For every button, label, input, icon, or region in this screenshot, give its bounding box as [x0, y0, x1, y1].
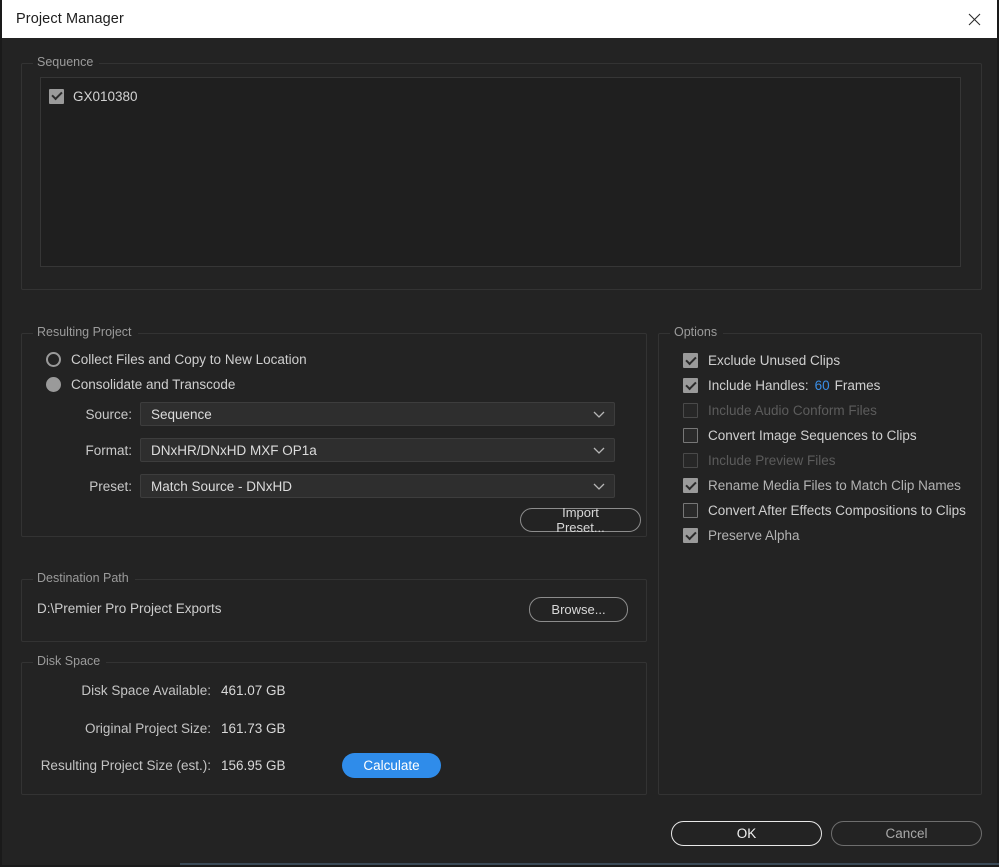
original-project-size-value: 161.73 GB — [221, 721, 286, 736]
option-rename-media-files[interactable]: Rename Media Files to Match Clip Names — [683, 478, 961, 493]
option-exclude-unused-clips-checkbox[interactable] — [683, 353, 698, 368]
destination-path-value: D:\Premier Pro Project Exports — [37, 601, 222, 616]
preset-dropdown[interactable]: Match Source - DNxHD — [140, 474, 615, 498]
chevron-down-icon — [593, 443, 605, 458]
disk-space-group: Disk Space Disk Space Available: 461.07 … — [21, 654, 647, 795]
option-include-audio-conform-files: Include Audio Conform Files — [683, 403, 877, 418]
source-dropdown[interactable]: Sequence — [140, 402, 615, 426]
options-group: Options Exclude Unused Clips Include Han… — [658, 325, 982, 795]
disk-space-available-row: Disk Space Available: 461.07 GB — [21, 683, 647, 698]
option-exclude-unused-clips-label: Exclude Unused Clips — [708, 353, 840, 368]
sequence-item-label: GX010380 — [73, 89, 138, 104]
radio-collect-files-indicator[interactable] — [46, 352, 61, 367]
radio-collect-files-label: Collect Files and Copy to New Location — [71, 352, 307, 367]
project-manager-dialog: Project Manager Sequence GX010380 Result… — [0, 0, 999, 867]
radio-consolidate-transcode-indicator[interactable] — [46, 377, 61, 392]
sequence-listbox[interactable]: GX010380 — [40, 77, 961, 267]
option-include-handles-checkbox[interactable] — [683, 378, 698, 393]
source-field-row: Source: Sequence — [21, 402, 647, 426]
source-label: Source: — [21, 407, 140, 422]
source-dropdown-value: Sequence — [151, 407, 212, 422]
option-rename-media-files-checkbox[interactable] — [683, 478, 698, 493]
option-exclude-unused-clips[interactable]: Exclude Unused Clips — [683, 353, 840, 368]
radio-collect-files[interactable]: Collect Files and Copy to New Location — [46, 352, 307, 367]
preset-field-row: Preset: Match Source - DNxHD — [21, 474, 647, 498]
option-include-handles[interactable]: Include Handles: 60 Frames — [683, 378, 880, 393]
list-item[interactable]: GX010380 — [41, 83, 960, 109]
title-bar: Project Manager — [2, 0, 997, 38]
disk-space-available-label: Disk Space Available: — [21, 683, 221, 698]
option-convert-ae-compositions-to-clips[interactable]: Convert After Effects Compositions to Cl… — [683, 503, 966, 518]
format-field-row: Format: DNxHR/DNxHD MXF OP1a — [21, 438, 647, 462]
option-preserve-alpha[interactable]: Preserve Alpha — [683, 528, 800, 543]
destination-path-group: Destination Path D:\Premier Pro Project … — [21, 571, 647, 642]
option-convert-image-sequences-to-clips[interactable]: Convert Image Sequences to Clips — [683, 428, 917, 443]
disk-space-available-value: 461.07 GB — [221, 683, 286, 698]
include-handles-units-label: Frames — [835, 378, 881, 393]
option-convert-ae-compositions-to-clips-checkbox[interactable] — [683, 503, 698, 518]
original-project-size-row: Original Project Size: 161.73 GB — [21, 721, 647, 736]
import-preset-button[interactable]: Import Preset... — [520, 508, 641, 532]
option-include-preview-files: Include Preview Files — [683, 453, 836, 468]
close-icon[interactable] — [951, 0, 997, 38]
options-group-label: Options — [670, 325, 723, 339]
chevron-down-icon — [593, 479, 605, 494]
format-dropdown[interactable]: DNxHR/DNxHD MXF OP1a — [140, 438, 615, 462]
disk-space-group-label: Disk Space — [33, 654, 106, 668]
option-preserve-alpha-checkbox[interactable] — [683, 528, 698, 543]
destination-path-group-label: Destination Path — [33, 571, 135, 585]
option-include-preview-files-checkbox — [683, 453, 698, 468]
sequence-group-label: Sequence — [33, 55, 99, 69]
radio-consolidate-transcode[interactable]: Consolidate and Transcode — [46, 377, 235, 392]
option-convert-image-sequences-to-clips-checkbox[interactable] — [683, 428, 698, 443]
calculate-button[interactable]: Calculate — [342, 753, 441, 778]
ok-button[interactable]: OK — [671, 821, 822, 846]
radio-consolidate-transcode-label: Consolidate and Transcode — [71, 377, 235, 392]
resulting-project-size-label: Resulting Project Size (est.): — [21, 758, 221, 773]
original-project-size-label: Original Project Size: — [21, 721, 221, 736]
option-include-audio-conform-files-label: Include Audio Conform Files — [708, 403, 877, 418]
resulting-project-size-row: Resulting Project Size (est.): 156.95 GB — [21, 758, 647, 773]
resulting-project-group-label: Resulting Project — [33, 325, 138, 339]
option-preserve-alpha-label: Preserve Alpha — [708, 528, 800, 543]
resulting-project-size-value: 156.95 GB — [221, 758, 286, 773]
format-label: Format: — [21, 443, 140, 458]
option-convert-image-sequences-to-clips-label: Convert Image Sequences to Clips — [708, 428, 917, 443]
option-include-handles-label: Include Handles: — [708, 378, 809, 393]
chevron-down-icon — [593, 407, 605, 422]
option-include-audio-conform-files-checkbox — [683, 403, 698, 418]
sequence-group: Sequence GX010380 — [21, 55, 982, 290]
option-include-preview-files-label: Include Preview Files — [708, 453, 836, 468]
window-title: Project Manager — [16, 11, 124, 27]
format-dropdown-value: DNxHR/DNxHD MXF OP1a — [151, 443, 317, 458]
preset-label: Preset: — [21, 479, 140, 494]
resulting-project-group: Resulting Project Collect Files and Copy… — [21, 325, 647, 537]
window-bottom-edge — [180, 863, 999, 865]
sequence-item-checkbox[interactable] — [49, 89, 64, 104]
option-convert-ae-compositions-to-clips-label: Convert After Effects Compositions to Cl… — [708, 503, 966, 518]
browse-button[interactable]: Browse... — [529, 597, 628, 622]
include-handles-value[interactable]: 60 — [815, 378, 830, 393]
cancel-button[interactable]: Cancel — [831, 821, 982, 846]
preset-dropdown-value: Match Source - DNxHD — [151, 479, 292, 494]
option-rename-media-files-label: Rename Media Files to Match Clip Names — [708, 478, 961, 493]
